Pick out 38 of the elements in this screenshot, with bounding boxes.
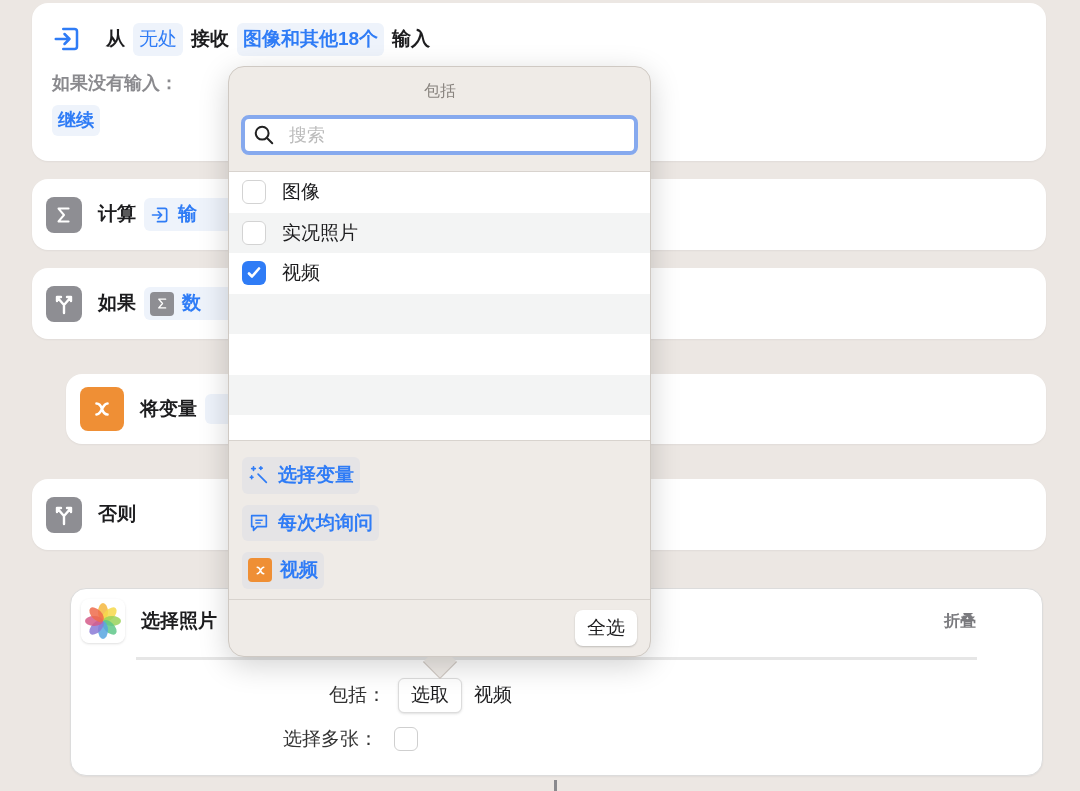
sigma-icon: [46, 196, 82, 233]
action-text: 接收: [191, 27, 229, 51]
option-label: 视频: [282, 261, 320, 285]
types-token[interactable]: 图像和其他18个: [237, 23, 385, 56]
variable-icon: [80, 387, 124, 431]
source-token[interactable]: 无处: [133, 23, 183, 56]
continue-token[interactable]: 继续: [52, 104, 100, 136]
option-label: 实况照片: [282, 220, 358, 245]
option-checkbox[interactable]: [242, 180, 266, 205]
photos-icon: [81, 599, 125, 643]
no-input-label: 如果没有输入：: [52, 71, 178, 95]
action-title: 将变量: [140, 396, 197, 421]
option-label: 图像: [282, 180, 320, 204]
variable-option[interactable]: 每次均询问: [242, 504, 379, 541]
variable-option[interactable]: 视频: [242, 552, 324, 589]
action-title: 计算: [98, 202, 136, 227]
sigma-icon: [150, 291, 174, 316]
action-title: 否则: [98, 502, 136, 527]
variable-icon: [248, 558, 272, 583]
choose-button[interactable]: 选取: [398, 678, 462, 713]
select-all-button[interactable]: 全选: [575, 609, 637, 647]
multiple-checkbox[interactable]: [394, 726, 418, 751]
option-checkbox[interactable]: [242, 261, 266, 286]
collapse-link[interactable]: 折叠: [944, 609, 976, 633]
include-value: 视频: [474, 683, 512, 707]
branch-icon: [46, 285, 82, 322]
popover-title: 包括: [423, 81, 456, 101]
branch-icon: [46, 496, 82, 533]
action-title: 如果: [98, 291, 136, 316]
variable-option[interactable]: 选择变量: [242, 457, 360, 494]
search-icon: [253, 124, 275, 146]
search-field[interactable]: 搜索: [241, 115, 638, 155]
include-label: 包括：: [329, 683, 386, 707]
action-text: 从: [106, 27, 125, 51]
action-title: 选择照片: [141, 608, 217, 633]
action-text: 输入: [392, 27, 431, 51]
multiple-label: 选择多张：: [283, 726, 378, 751]
option-checkbox[interactable]: [242, 220, 266, 245]
